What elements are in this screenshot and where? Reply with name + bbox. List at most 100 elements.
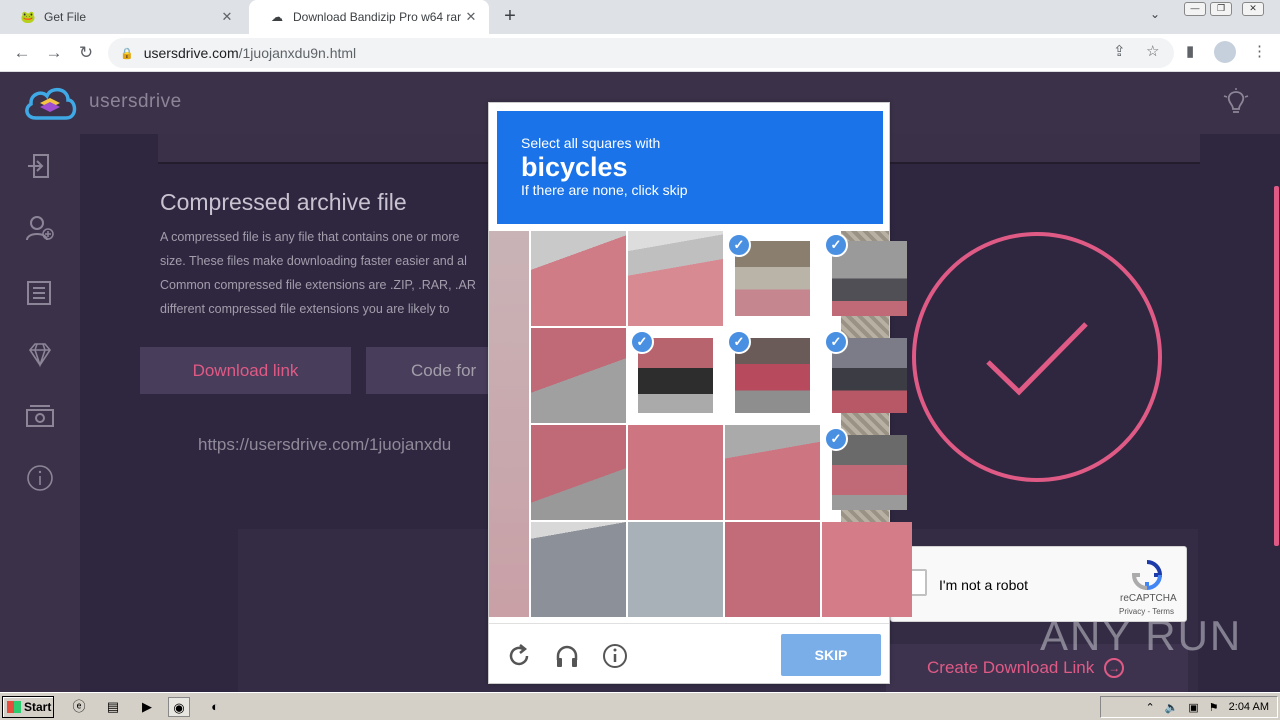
menu-dots-icon[interactable]: ⋮ (1252, 42, 1267, 60)
tab-download-bandizip[interactable]: ☁ Download Bandizip Pro w64 rar ✕ (249, 0, 489, 34)
selected-check-icon: ✓ (824, 330, 848, 354)
challenge-target: bicycles (521, 152, 628, 182)
volume-icon[interactable]: 🔈 (1165, 701, 1179, 714)
selected-check-icon: ✓ (727, 233, 751, 257)
challenge-tile[interactable]: ✓ (822, 425, 912, 520)
address-bar[interactable]: 🔒 usersdrive.com/1juojanxdu9n.html (108, 38, 1174, 68)
challenge-tile[interactable] (531, 522, 626, 617)
url-path: /1juojanxdu9n.html (238, 45, 357, 61)
tile-image (725, 425, 820, 520)
audio-challenge-icon[interactable] (553, 642, 581, 670)
selected-check-icon: ✓ (824, 427, 848, 451)
recaptcha-label: I'm not a robot (939, 577, 1029, 593)
arrow-right-icon: → (1104, 658, 1125, 678)
close-tab-icon[interactable]: ✕ (463, 9, 479, 25)
reload-challenge-icon[interactable] (505, 642, 533, 670)
challenge-tile[interactable]: ✓ (628, 328, 723, 423)
files-icon[interactable] (24, 276, 56, 308)
restore-window-button[interactable]: ❐ (1210, 2, 1232, 16)
tab-get-file[interactable]: 🐸 Get File ✕ (0, 0, 245, 34)
back-icon[interactable]: ← (10, 41, 34, 65)
page-heading: Compressed archive file (160, 189, 407, 215)
media-player-icon[interactable]: ▶ (136, 697, 158, 717)
tile-image (531, 328, 626, 423)
tile-image (531, 425, 626, 520)
page-scrollbar[interactable] (1274, 186, 1279, 546)
money-icon[interactable] (24, 400, 56, 432)
tray-arrow-icon[interactable]: ⌃ (1145, 701, 1154, 714)
tile-image (725, 522, 820, 617)
success-check-icon (912, 232, 1162, 482)
add-user-icon[interactable] (24, 212, 56, 244)
challenge-tile[interactable] (725, 522, 820, 617)
selected-check-icon: ✓ (824, 233, 848, 257)
side-panel-icon[interactable]: ▮ (1186, 42, 1194, 60)
lock-icon: 🔒 (120, 47, 134, 60)
tile-image (531, 231, 626, 326)
start-button[interactable]: Start (2, 696, 54, 718)
ie-icon[interactable]: ⓔ (68, 697, 90, 717)
tab-favicon-icon: ☁ (271, 10, 283, 24)
tab-search-icon[interactable]: ⌄ (1150, 7, 1160, 21)
selected-check-icon: ✓ (727, 330, 751, 354)
challenge-tile[interactable]: ✓ (725, 231, 820, 326)
close-tab-icon[interactable]: ✕ (219, 9, 235, 25)
browser-toolbar: ← → ↻ 🔒 usersdrive.com/1juojanxdu9n.html… (0, 34, 1280, 72)
clock[interactable]: 2:04 AM (1229, 701, 1269, 713)
challenge-tile[interactable] (628, 425, 723, 520)
description-line: size. These files make downloading faste… (160, 254, 467, 268)
challenge-tile[interactable] (531, 231, 626, 326)
code-for-tab[interactable]: Code for (366, 347, 506, 394)
description-line: A compressed file is any file that conta… (160, 230, 460, 244)
challenge-header: Select all squares with bicycles If ther… (497, 111, 883, 224)
share-icon[interactable]: ⇪ (1113, 42, 1126, 60)
challenge-hint: If there are none, click skip (521, 182, 688, 198)
reload-icon[interactable]: ↻ (74, 41, 98, 65)
download-link-tab[interactable]: Download link (140, 347, 351, 394)
grid-edge-strip (489, 231, 529, 617)
close-window-button[interactable]: ✕ (1242, 2, 1264, 16)
lightbulb-icon[interactable] (1222, 88, 1250, 116)
help-info-icon[interactable] (601, 642, 629, 670)
challenge-tile[interactable]: ✓ (725, 328, 820, 423)
edge-icon[interactable]: ◐ (204, 697, 226, 717)
login-icon[interactable] (24, 150, 56, 182)
recaptcha-logo-icon (1131, 560, 1163, 591)
tab-strip: 🐸 Get File ✕ ☁ Download Bandizip Pro w64… (0, 0, 1280, 34)
description-line: different compressed file extensions you… (160, 302, 450, 316)
forward-icon[interactable]: → (42, 41, 66, 65)
tile-image (628, 231, 723, 326)
anyrun-watermark: ANY RUN (1040, 612, 1243, 659)
folder-icon[interactable]: ▤ (102, 697, 124, 717)
challenge-tile[interactable] (531, 425, 626, 520)
cloud-logo-icon[interactable] (22, 84, 78, 122)
challenge-tile[interactable]: ✓ (822, 328, 912, 423)
web-page: usersdrive Compressed archive file A com… (0, 72, 1280, 692)
challenge-tile[interactable] (628, 231, 723, 326)
info-icon[interactable] (24, 462, 56, 494)
challenge-tile[interactable] (822, 522, 912, 617)
new-tab-button[interactable]: + (498, 5, 522, 29)
challenge-image-grid: ✓ ✓ ✓ ✓ ✓ ✓ (489, 231, 912, 617)
flag-icon[interactable]: ⚑ (1209, 701, 1219, 714)
url-domain: usersdrive.com (143, 45, 239, 61)
file-url-text[interactable]: https://usersdrive.com/1juojanxdu (198, 435, 451, 455)
skip-button[interactable]: SKIP (781, 634, 881, 676)
challenge-tile[interactable]: ✓ (822, 231, 912, 326)
start-label: Start (24, 700, 52, 714)
diamond-icon[interactable] (24, 338, 56, 370)
tile-image (531, 522, 626, 617)
network-icon[interactable]: ▣ (1188, 701, 1198, 714)
profile-avatar[interactable] (1214, 41, 1236, 63)
challenge-tile[interactable] (628, 522, 723, 617)
tile-image (628, 425, 723, 520)
chrome-icon[interactable]: ◉ (168, 697, 190, 717)
bookmark-star-icon[interactable]: ☆ (1146, 42, 1159, 60)
tile-image (628, 522, 723, 617)
site-brand[interactable]: usersdrive (89, 91, 182, 113)
challenge-tile[interactable] (531, 328, 626, 423)
recaptcha-widget: I'm not a robot reCAPTCHA Privacy - Term… (890, 546, 1187, 622)
challenge-tile[interactable] (725, 425, 820, 520)
recaptcha-challenge: Select all squares with bicycles If ther… (488, 102, 912, 684)
minimize-window-button[interactable]: — (1184, 2, 1206, 16)
